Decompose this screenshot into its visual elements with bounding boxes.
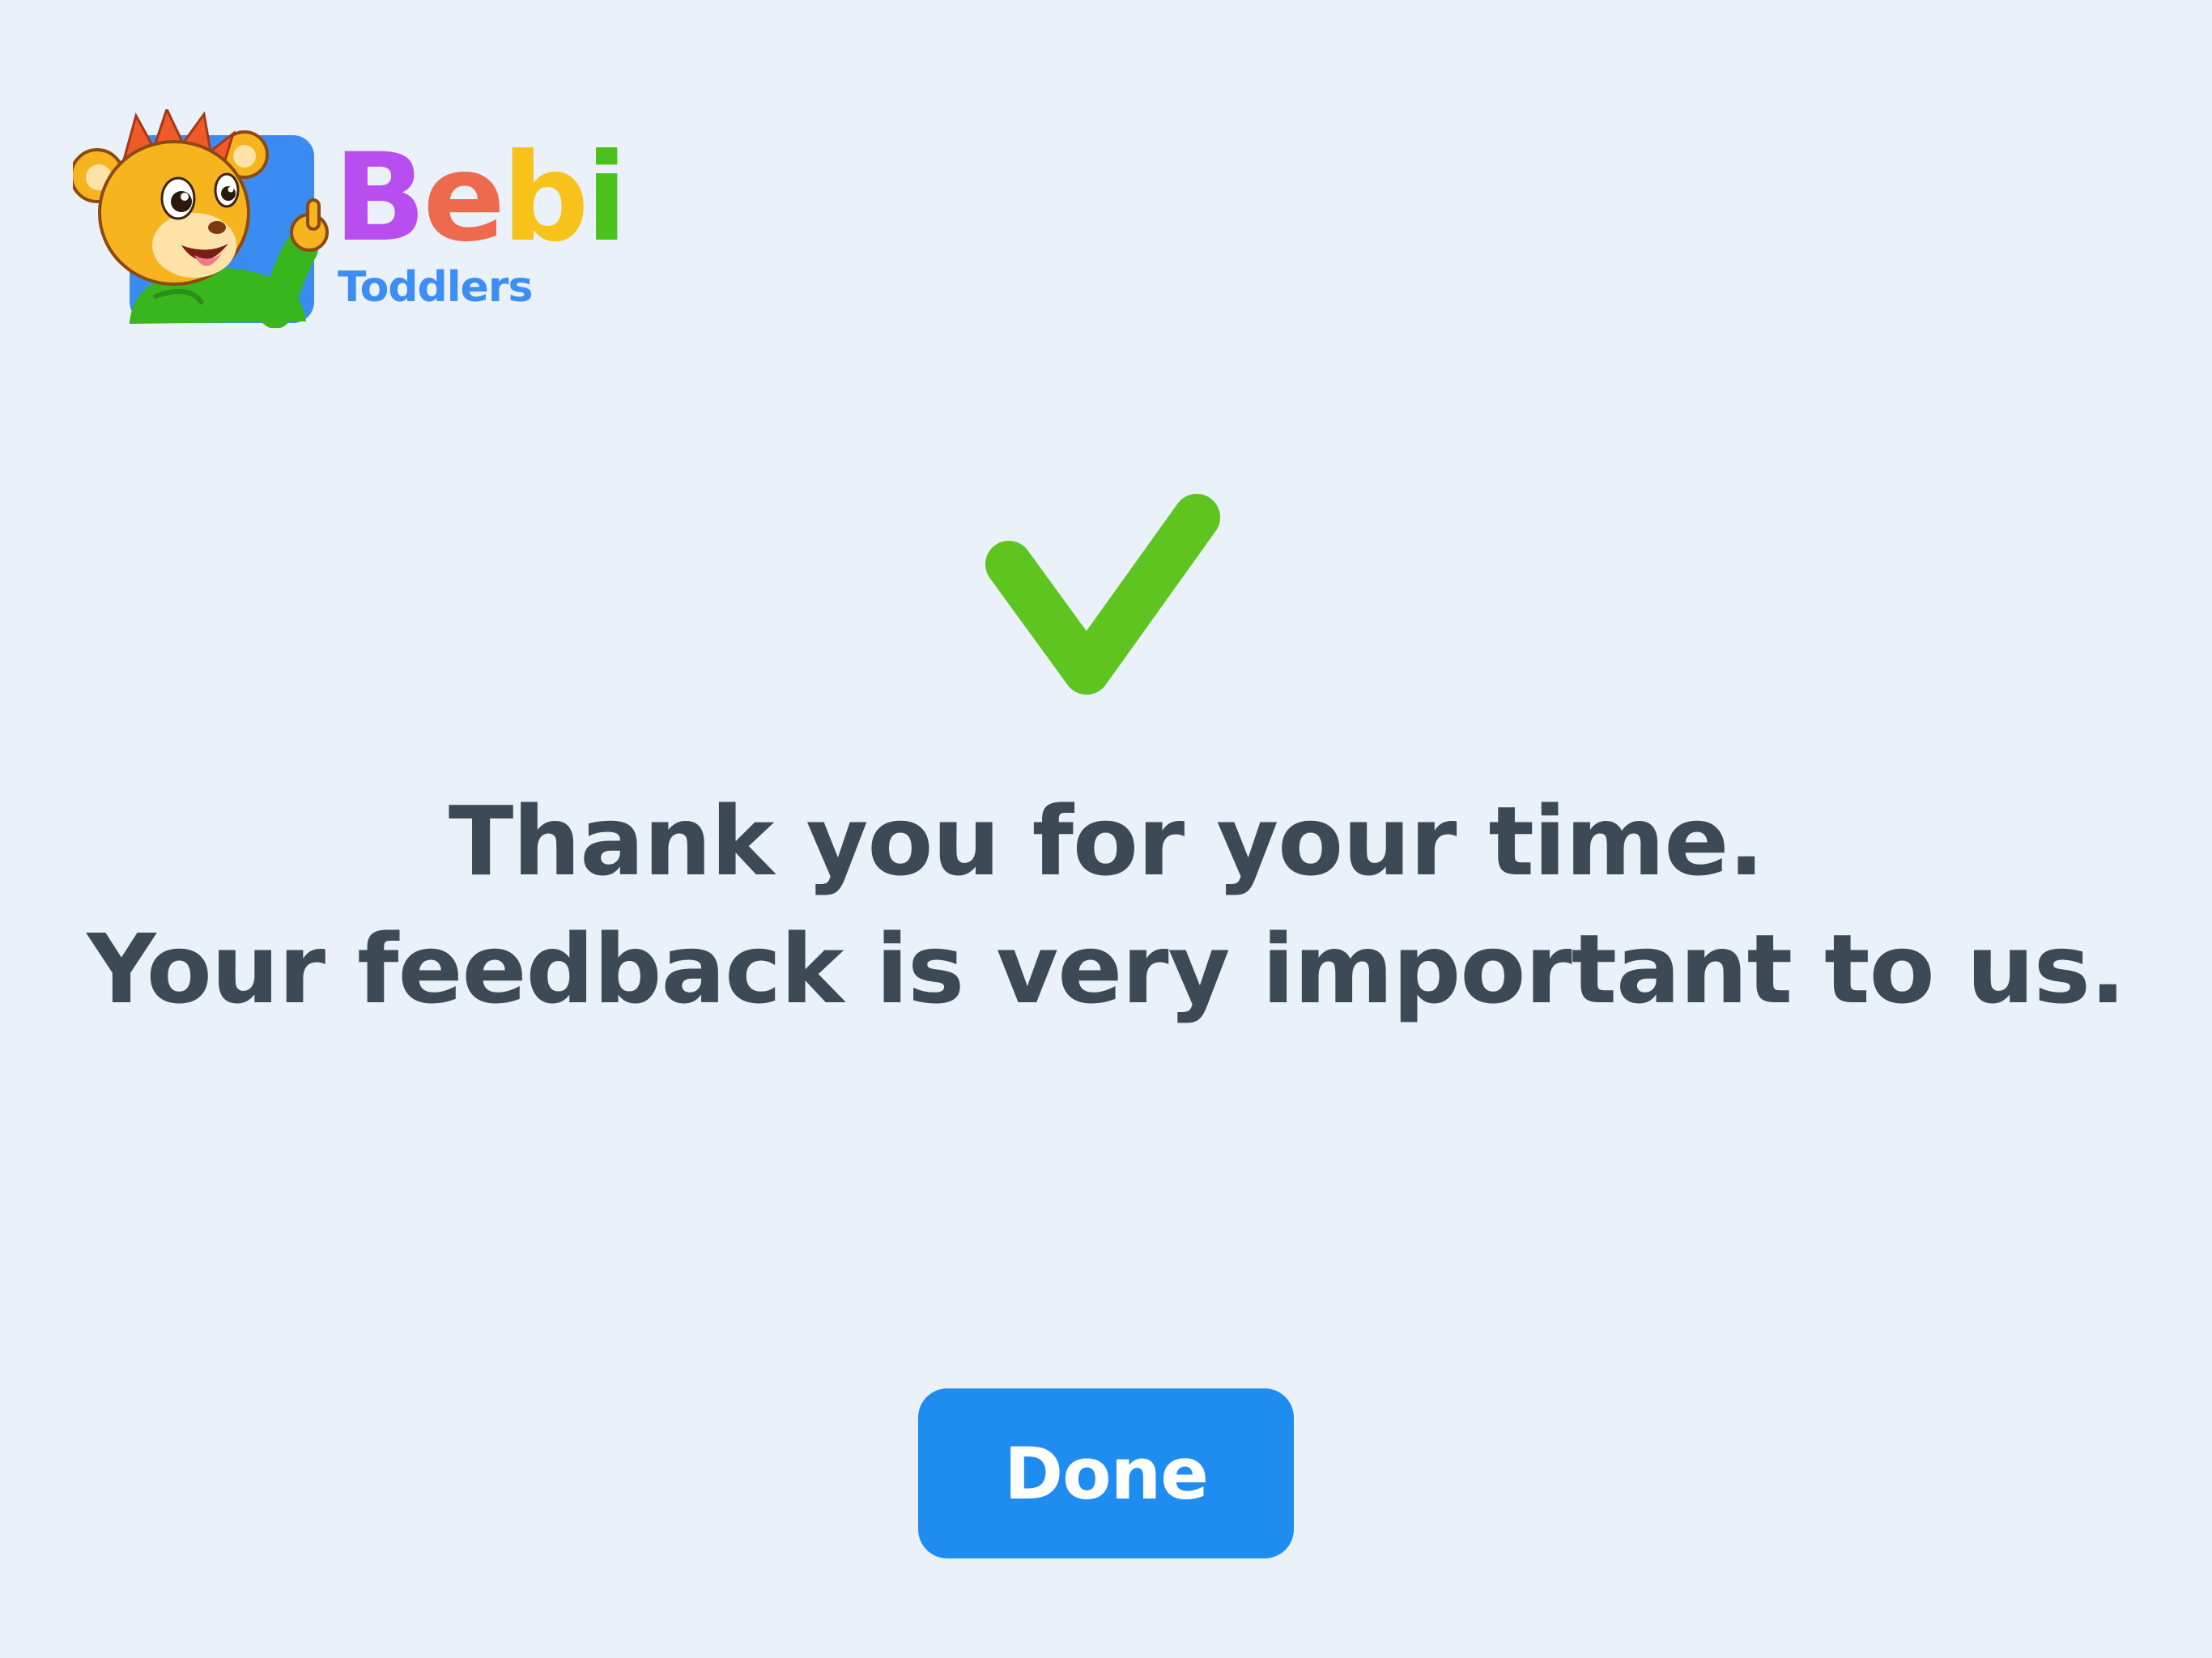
message-line-1: Thank you for your time. [448,785,1764,897]
checkmark-icon [985,494,1220,695]
brand-letter: e [423,128,505,269]
brand-name: Bebi [334,128,627,269]
bebi-toddlers-logo: Bebi Toddlers [73,109,627,328]
brand-letter: b [502,128,589,269]
brand-letter: i [585,128,627,269]
brand-letter: B [334,128,426,269]
brand-subtitle: Toddlers [338,263,533,312]
lion-mascot-icon [73,109,329,328]
done-button[interactable]: Done [918,1388,1294,1558]
message-line-2: Your feedback is very important to us. [87,913,2126,1025]
thank-you-message: Thank you for your time. Your feedback i… [0,777,2212,1033]
